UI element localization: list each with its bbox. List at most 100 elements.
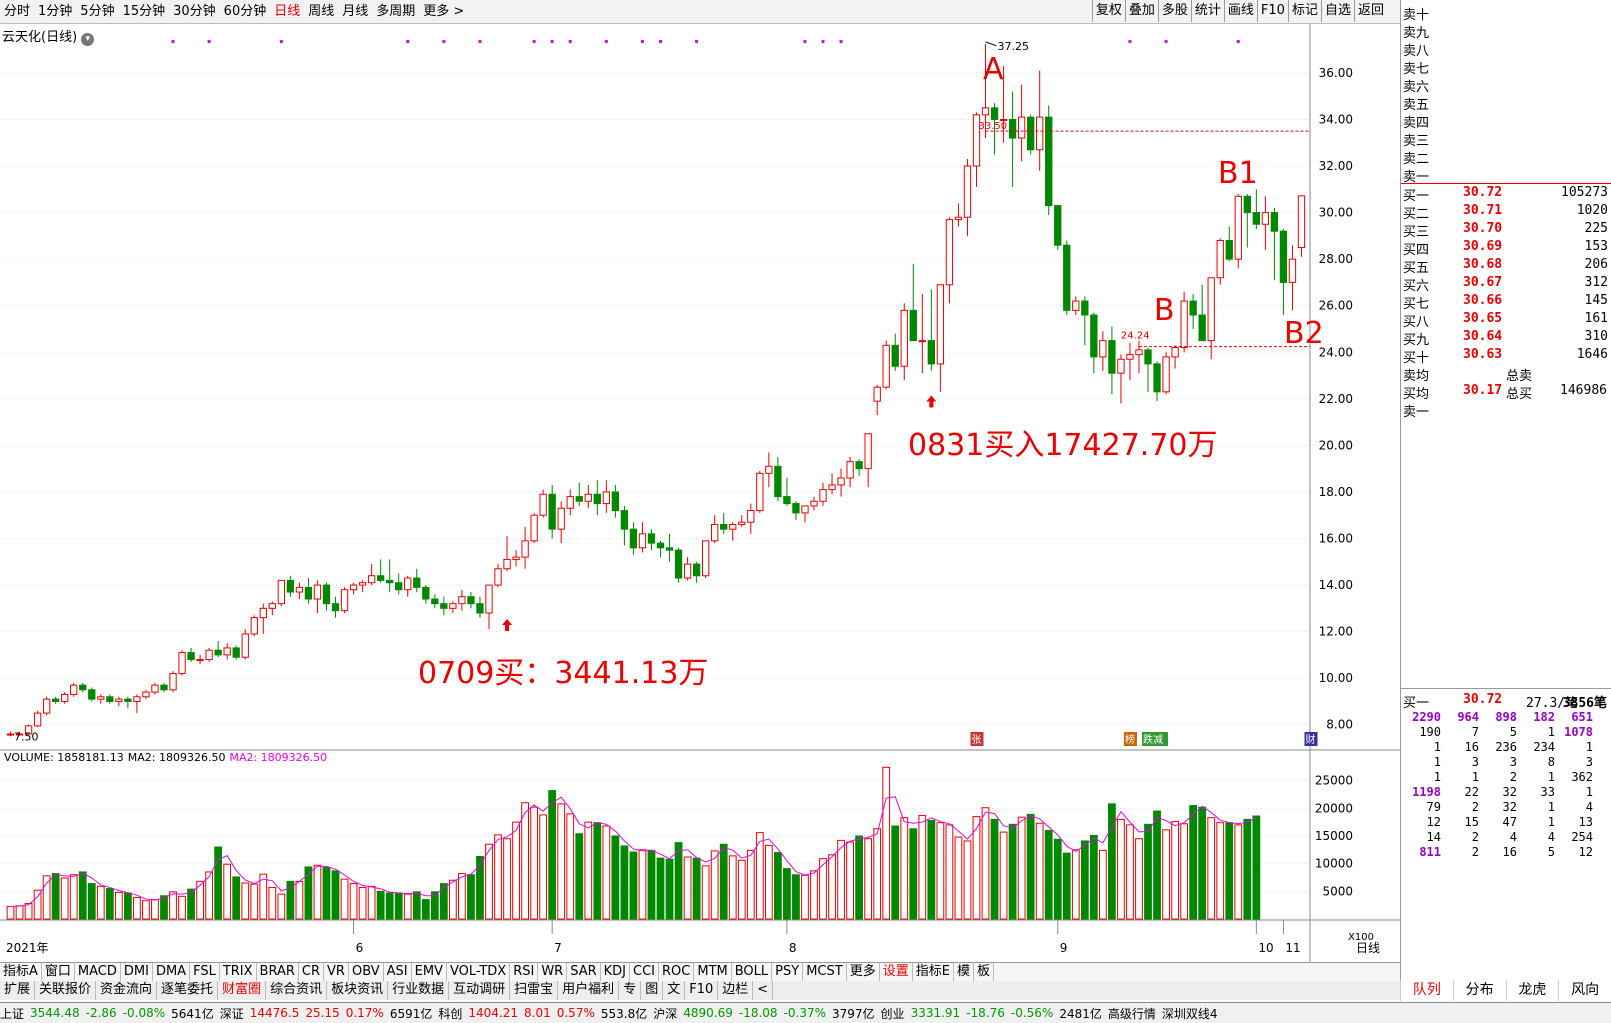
tool-button-6[interactable]: 标记 bbox=[1287, 0, 1321, 22]
indicator-tab-15[interactable]: WR bbox=[538, 963, 568, 981]
indicator-tab-12[interactable]: EMV bbox=[412, 963, 447, 981]
indicator-tab-20[interactable]: MTM bbox=[694, 963, 732, 981]
queue-cell: 4 bbox=[1547, 830, 1555, 844]
period-tab-6[interactable]: 日线 bbox=[270, 1, 304, 23]
indicator-tab-25[interactable]: 设置 bbox=[880, 963, 913, 981]
status-extra[interactable]: 高级行情 bbox=[1108, 1005, 1156, 1022]
info-tab-16[interactable]: < bbox=[753, 981, 774, 1000]
info-tab-2[interactable]: 资金流向 bbox=[96, 981, 158, 1000]
period-tab-10[interactable]: 更多 > bbox=[419, 1, 468, 23]
y-tick-label: 18.00 bbox=[1319, 485, 1353, 499]
period-tab-8[interactable]: 月线 bbox=[338, 1, 372, 23]
index-name[interactable]: 深证 bbox=[220, 1005, 244, 1022]
indicator-tab-18[interactable]: CCI bbox=[630, 963, 660, 981]
indicator-tab-10[interactable]: OBV bbox=[349, 963, 384, 981]
indicator-tab-17[interactable]: KDJ bbox=[601, 963, 631, 981]
period-tab-9[interactable]: 多周期 bbox=[372, 1, 419, 23]
indicator-tab-7[interactable]: BRAR bbox=[257, 963, 299, 981]
indicator-tab-14[interactable]: RSI bbox=[510, 963, 539, 981]
info-tab-13[interactable]: 文 bbox=[663, 981, 686, 1000]
tool-button-5[interactable]: F10 bbox=[1256, 0, 1288, 22]
indicator-tab-13[interactable]: VOL-TDX bbox=[447, 963, 511, 981]
queue-cell: 1 bbox=[1433, 770, 1441, 784]
indicator-tab-21[interactable]: BOLL bbox=[732, 963, 773, 981]
indicator-tab-22[interactable]: PSY bbox=[772, 963, 804, 981]
indicator-tab-26[interactable]: 指标E bbox=[913, 963, 954, 981]
side-tab-2[interactable]: 龙虎 bbox=[1505, 980, 1559, 1001]
indicator-tab-27[interactable]: 模 bbox=[954, 963, 974, 981]
info-tab-0[interactable]: 扩展 bbox=[0, 981, 36, 1000]
volume-bar bbox=[1053, 838, 1062, 920]
info-tab-14[interactable]: F10 bbox=[685, 981, 719, 1000]
info-tab-10[interactable]: 用户福利 bbox=[558, 981, 620, 1000]
volume-bar bbox=[801, 874, 809, 920]
candle bbox=[638, 522, 647, 553]
x-tick-label: 10 bbox=[1258, 941, 1273, 955]
indicator-tab-3[interactable]: DMI bbox=[121, 963, 153, 981]
index-name[interactable]: 科创 bbox=[438, 1005, 462, 1022]
info-tab-1[interactable]: 关联报价 bbox=[35, 981, 97, 1000]
info-tab-3[interactable]: 逐笔委托 bbox=[157, 981, 219, 1000]
indicator-tab-16[interactable]: SAR bbox=[567, 963, 601, 981]
period-tab-7[interactable]: 周线 bbox=[304, 1, 338, 23]
period-tab-1[interactable]: 1分钟 bbox=[34, 1, 76, 23]
indicator-tab-1[interactable]: 窗口 bbox=[42, 963, 75, 981]
volume-bar bbox=[728, 855, 737, 920]
side-tab-0[interactable]: 队列 bbox=[1400, 980, 1453, 1001]
indicator-tab-6[interactable]: TRIX bbox=[220, 963, 257, 981]
indicator-tab-5[interactable]: FSL bbox=[190, 963, 220, 981]
volume-bar bbox=[123, 892, 132, 920]
volume-bar bbox=[412, 891, 421, 920]
tool-button-2[interactable]: 多股 bbox=[1157, 0, 1191, 22]
indicator-tab-24[interactable]: 更多 bbox=[847, 963, 880, 981]
sell-level-row: 卖五 bbox=[1401, 94, 1611, 113]
index-name[interactable]: 创业 bbox=[881, 1005, 905, 1022]
info-tab-7[interactable]: 行业数据 bbox=[388, 981, 450, 1000]
candle bbox=[494, 564, 502, 588]
info-tab-5[interactable]: 综合资讯 bbox=[266, 981, 328, 1000]
kline-chart[interactable]: 8.00 10.00 12.00 14.00 16.00 18.00 20.00 22.00 2… bbox=[0, 24, 1400, 962]
tool-button-1[interactable]: 叠加 bbox=[1124, 0, 1158, 22]
indicator-tab-4[interactable]: DMA bbox=[153, 963, 191, 981]
candle bbox=[1153, 361, 1161, 402]
tool-button-4[interactable]: 画线 bbox=[1223, 0, 1257, 22]
y-tick-label: 16.00 bbox=[1319, 531, 1353, 545]
tool-button-8[interactable]: 返回 bbox=[1353, 0, 1387, 22]
buy-level-label: 买八 bbox=[1403, 315, 1430, 330]
period-tab-2[interactable]: 5分钟 bbox=[76, 1, 118, 23]
period-tab-0[interactable]: 分时 bbox=[0, 1, 34, 23]
period-tab-5[interactable]: 60分钟 bbox=[220, 1, 271, 23]
status-extra[interactable]: 深圳双线4 bbox=[1162, 1005, 1218, 1022]
info-tab-6[interactable]: 板块资讯 bbox=[327, 981, 389, 1000]
indicator-tab-8[interactable]: CR bbox=[299, 963, 325, 981]
indicator-tab-0[interactable]: 指标A bbox=[0, 963, 42, 981]
indicator-tab-28[interactable]: 板 bbox=[974, 963, 994, 981]
indicator-tab-11[interactable]: ASI bbox=[384, 963, 412, 981]
side-tab-1[interactable]: 分布 bbox=[1452, 980, 1506, 1001]
info-tab-9[interactable]: 扫雷宝 bbox=[510, 981, 559, 1000]
index-value: 4890.69 bbox=[683, 1006, 733, 1020]
period-tab-3[interactable]: 15分钟 bbox=[119, 1, 170, 23]
tool-button-0[interactable]: 复权 bbox=[1091, 0, 1125, 22]
indicator-tab-2[interactable]: MACD bbox=[75, 963, 121, 981]
info-tab-11[interactable]: 专 bbox=[619, 981, 642, 1000]
side-tab-3[interactable]: 风向 bbox=[1558, 980, 1611, 1001]
volume-bar bbox=[764, 844, 773, 920]
candle bbox=[349, 582, 358, 595]
indicator-tab-23[interactable]: MCST bbox=[803, 963, 847, 981]
tool-button-7[interactable]: 自选 bbox=[1320, 0, 1354, 22]
indicator-tab-9[interactable]: VR bbox=[324, 963, 349, 981]
candle bbox=[115, 696, 123, 707]
book-average-total_buy_vol: 146986 bbox=[1560, 383, 1607, 398]
period-tab-4[interactable]: 30分钟 bbox=[169, 1, 220, 23]
index-name[interactable]: 上证 bbox=[0, 1005, 24, 1022]
indicator-tab-19[interactable]: ROC bbox=[659, 963, 695, 981]
volume-bar bbox=[656, 857, 665, 920]
info-tab-8[interactable]: 互动调研 bbox=[449, 981, 511, 1000]
info-tab-4[interactable]: 财富圈 bbox=[218, 981, 267, 1000]
tool-button-3[interactable]: 统计 bbox=[1190, 0, 1224, 22]
info-tab-12[interactable]: 图 bbox=[641, 981, 664, 1000]
volume-bar bbox=[792, 874, 800, 920]
index-name[interactable]: 沪深 bbox=[653, 1005, 677, 1022]
info-tab-15[interactable]: 边栏 bbox=[718, 981, 754, 1000]
